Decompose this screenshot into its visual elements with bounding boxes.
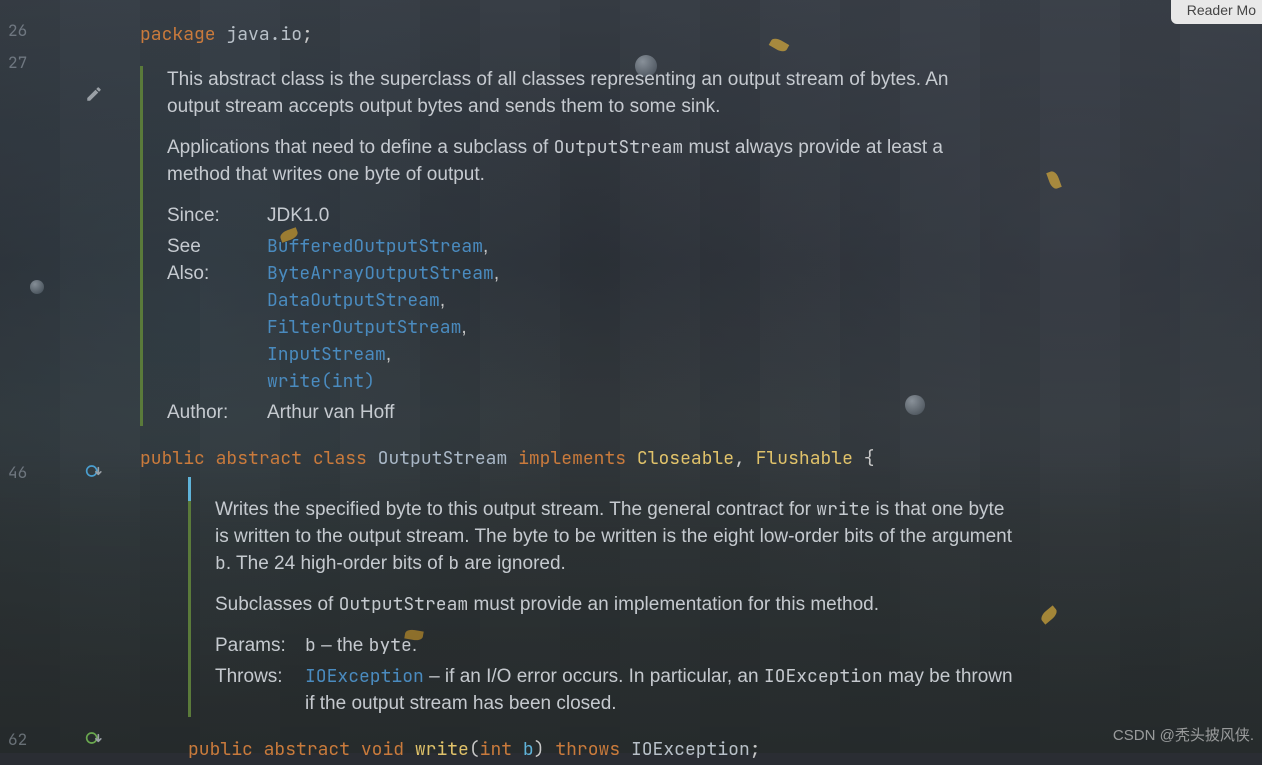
keyword-class: class: [313, 447, 367, 470]
javadoc-params: Params: b – the byte.: [215, 632, 1018, 659]
semicolon: ;: [302, 23, 313, 46]
code-editor[interactable]: package java.io; This abstract class is …: [140, 20, 1242, 765]
code-line[interactable]: public abstract void write(int b) throws…: [188, 735, 1242, 765]
class-name: OutputStream: [378, 447, 508, 470]
watermark-text: CSDN @秃头披风侠.: [1113, 724, 1254, 745]
javadoc-paragraph: Applications that need to define a subcl…: [167, 134, 970, 188]
javadoc-author: Author: Arthur van Hoff: [167, 399, 970, 426]
exception-name: IOException: [631, 738, 750, 761]
line-number: 27: [8, 52, 27, 73]
javadoc-link[interactable]: InputStream: [267, 343, 386, 366]
method-name: write: [415, 738, 469, 761]
javadoc-block: This abstract class is the superclass of…: [140, 66, 970, 426]
keyword-public: public: [188, 738, 253, 761]
keyword-implements: implements: [518, 447, 626, 470]
interface-name: Closeable: [637, 447, 734, 470]
keyword-package: package: [140, 23, 216, 46]
javadoc-throws: Throws: IOException – if an I/O error oc…: [215, 663, 1018, 717]
line-number: 46: [8, 462, 27, 483]
param-name: b: [523, 738, 534, 761]
package-name: java.io: [226, 23, 302, 46]
javadoc-code: write: [816, 498, 870, 521]
editor-gutter: 26 27 46 62: [0, 0, 120, 753]
javadoc-link[interactable]: ByteArrayOutputStream: [267, 262, 494, 285]
keyword-abstract: abstract: [264, 738, 350, 761]
javadoc-block: Writes the specified byte to this output…: [188, 496, 1018, 717]
keyword-public: public: [140, 447, 205, 470]
javadoc-link[interactable]: BufferedOutputStream: [267, 235, 483, 258]
javadoc-link[interactable]: IOException: [305, 665, 424, 688]
javadoc-code: OutputStream: [554, 136, 684, 159]
javadoc-link[interactable]: write(int): [267, 370, 375, 393]
javadoc-link[interactable]: FilterOutputStream: [267, 316, 461, 339]
javadoc-since: Since: JDK1.0: [167, 202, 970, 229]
text-cursor: [188, 477, 191, 501]
javadoc-code: b: [448, 552, 459, 575]
edit-icon[interactable]: [85, 85, 103, 103]
implement-gutter-icon[interactable]: [85, 728, 105, 748]
javadoc-code: OutputStream: [339, 593, 469, 616]
override-gutter-icon[interactable]: [85, 461, 105, 481]
keyword-abstract: abstract: [216, 447, 302, 470]
keyword-void: void: [361, 738, 404, 761]
javadoc-paragraph: Subclasses of OutputStream must provide …: [215, 591, 1018, 618]
javadoc-paragraph: This abstract class is the superclass of…: [167, 66, 970, 120]
line-number: 26: [8, 20, 27, 41]
interface-name: Flushable: [756, 447, 853, 470]
javadoc-code: b: [215, 552, 226, 575]
javadoc-paragraph: Writes the specified byte to this output…: [215, 496, 1018, 577]
brace: {: [853, 447, 875, 470]
keyword-throws: throws: [555, 738, 620, 761]
javadoc-link[interactable]: DataOutputStream: [267, 289, 440, 312]
param-type: int: [480, 738, 512, 761]
semicolon: ;: [750, 738, 761, 761]
code-line[interactable]: package java.io;: [140, 20, 1242, 50]
javadoc-see-also: See Also: BufferedOutputStream, ByteArra…: [167, 233, 970, 395]
code-indent: Writes the specified byte to this output…: [140, 474, 1242, 765]
code-line[interactable]: public abstract class OutputStream imple…: [140, 444, 1242, 474]
line-number: 62: [8, 729, 27, 750]
